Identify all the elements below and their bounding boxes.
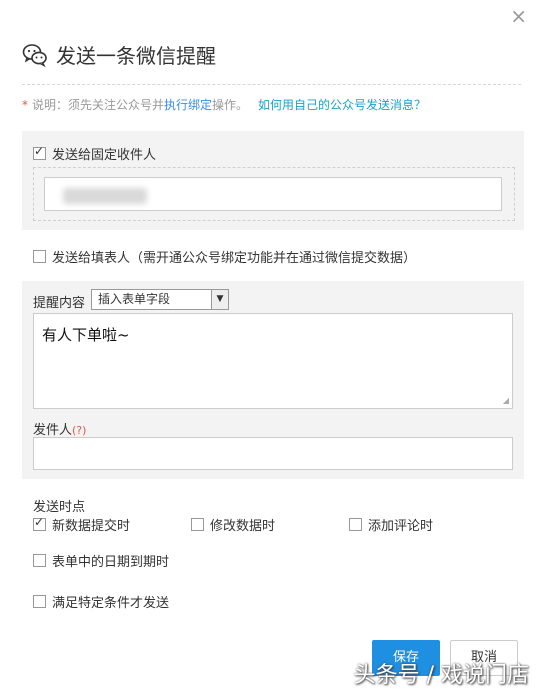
blurred-recipient-value <box>63 188 147 204</box>
timing-modify-checkbox[interactable] <box>191 518 204 531</box>
timing-date-due-checkbox[interactable] <box>33 554 46 567</box>
timing-condition-label: 满足特定条件才发送 <box>52 596 170 611</box>
timing-modify-label: 修改数据时 <box>210 519 276 534</box>
content-textarea[interactable]: 有人下单啦~ ◢ <box>33 313 513 409</box>
recipient-input[interactable] <box>44 177 502 211</box>
header-divider <box>22 84 521 85</box>
instruction-note: * 说明：须先关注公众号并执行绑定操作。 如何用自己的公众号发送消息？ <box>22 96 426 113</box>
sender-label-text: 发件人 <box>33 423 73 438</box>
timing-option-date-due[interactable]: 表单中的日期到期时 <box>33 551 169 570</box>
sender-input[interactable] <box>33 437 513 470</box>
timing-date-due-label: 表单中的日期到期时 <box>52 555 170 570</box>
dialog-header: 发送一条微信提醒 <box>22 40 216 69</box>
help-link[interactable]: 如何用自己的公众号发送消息？ <box>258 98 426 112</box>
fixed-recipient-checkbox[interactable] <box>33 144 46 160</box>
timing-option-comment[interactable]: 添加评论时 <box>349 515 433 534</box>
timing-new-checkbox[interactable] <box>33 515 46 531</box>
fixed-recipient-label: 发送给固定收件人 <box>52 148 157 163</box>
insert-field-value: 插入表单字段 <box>98 292 171 306</box>
close-button[interactable]: × <box>510 6 527 26</box>
timing-condition-checkbox[interactable] <box>33 595 46 608</box>
timing-comment-checkbox[interactable] <box>349 518 362 531</box>
dialog-title: 发送一条微信提醒 <box>56 44 216 68</box>
note-prefix: 说明：须先关注公众号并 <box>32 98 165 112</box>
watermark: 头条号 / 戏说门店 <box>353 663 529 688</box>
form-filler-option[interactable]: 发送给填表人（需开通公众号绑定功能并在通过微信提交数据） <box>33 247 416 266</box>
timing-option-new[interactable]: 新数据提交时 <box>33 515 130 534</box>
wechat-icon <box>22 43 47 67</box>
timing-option-modify[interactable]: 修改数据时 <box>191 515 275 534</box>
required-star: * <box>22 98 28 112</box>
form-filler-checkbox[interactable] <box>33 250 46 263</box>
sender-label: 发件人(?) <box>33 419 86 438</box>
timing-comment-label: 添加评论时 <box>368 519 434 534</box>
timing-label: 发送时点 <box>33 500 86 515</box>
note-suffix: 操作。 <box>212 98 249 112</box>
timing-option-condition[interactable]: 满足特定条件才发送 <box>33 592 169 611</box>
timing-new-label: 新数据提交时 <box>52 519 131 534</box>
form-filler-label: 发送给填表人（需开通公众号绑定功能并在通过微信提交数据） <box>52 251 417 266</box>
recipient-box <box>33 167 515 221</box>
content-label: 提醒内容 <box>33 296 86 311</box>
chevron-down-icon[interactable]: ▼ <box>211 290 228 309</box>
bind-link[interactable]: 执行绑定 <box>164 98 212 112</box>
sender-help-icon[interactable]: (?) <box>72 424 86 437</box>
content-text: 有人下单啦~ <box>42 326 130 344</box>
fixed-recipient-option[interactable]: 发送给固定收件人 <box>33 144 156 163</box>
resize-grip-icon[interactable]: ◢ <box>503 396 509 405</box>
insert-field-select[interactable]: 插入表单字段 ▼ <box>91 289 229 310</box>
